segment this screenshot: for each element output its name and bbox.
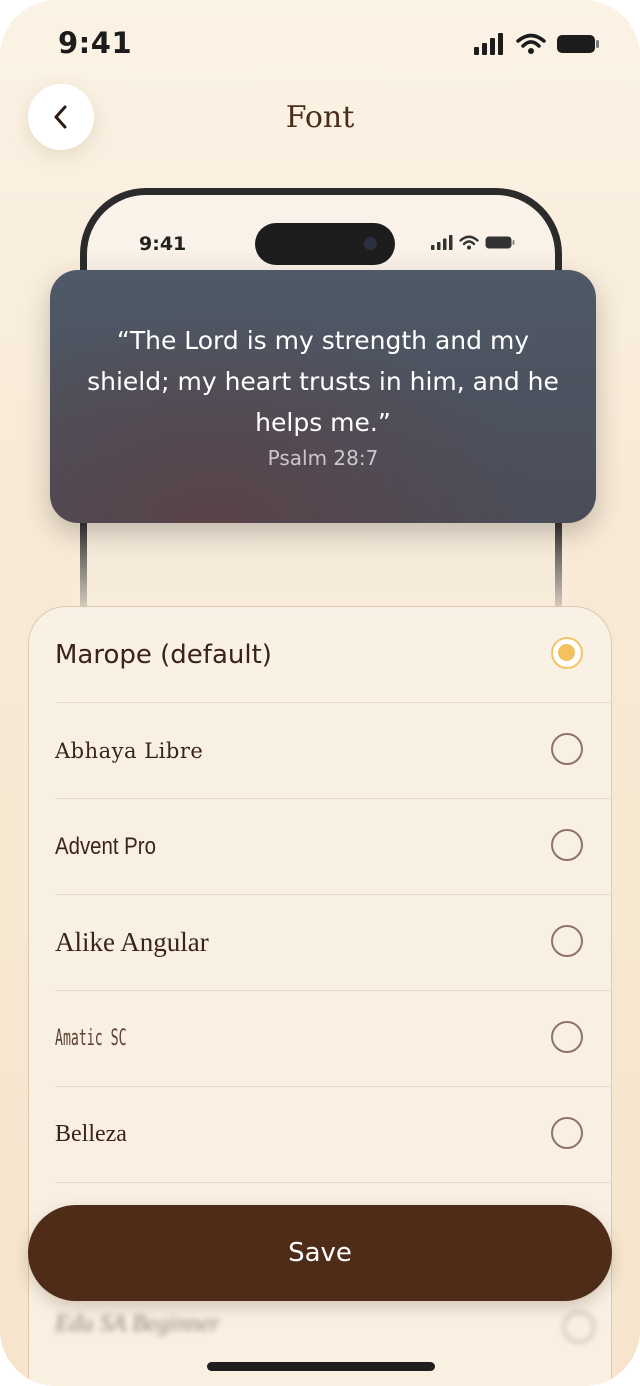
- signal-icon: [431, 235, 453, 250]
- radio-unselected: [563, 1311, 595, 1343]
- font-option-label: Abhaya Libre: [55, 738, 204, 763]
- font-option-abhaya-libre[interactable]: Abhaya Libre: [55, 703, 611, 799]
- verse-text: “The Lord is my strength and my shield; …: [87, 326, 559, 437]
- verse-preview-card: “The Lord is my strength and my shield; …: [50, 270, 596, 523]
- status-icons: [474, 32, 600, 56]
- signal-icon: [474, 33, 503, 55]
- font-option-label: Marope (default): [55, 639, 272, 670]
- battery-icon: [485, 236, 515, 249]
- save-button[interactable]: Save: [28, 1205, 612, 1301]
- font-option-obscured: Edu SA Beginner: [55, 1297, 595, 1357]
- font-option-alike-angular[interactable]: Alike Angular: [55, 895, 611, 991]
- preview-time: 9:41: [139, 233, 187, 255]
- status-time: 9:41: [58, 26, 133, 60]
- font-option-advent-pro[interactable]: Advent Pro: [55, 799, 611, 895]
- preview-fade: [70, 520, 570, 620]
- status-bar: 9:41: [0, 0, 640, 90]
- font-option-belleza[interactable]: Belleza: [55, 1087, 611, 1183]
- radio-unselected[interactable]: [551, 1021, 583, 1053]
- radio-selected[interactable]: [551, 637, 583, 669]
- radio-unselected[interactable]: [551, 733, 583, 765]
- font-option-label: Amatic SC: [55, 1026, 127, 1051]
- home-indicator: [207, 1362, 435, 1371]
- verse-reference: Psalm 28:7: [267, 446, 379, 470]
- wifi-icon: [459, 235, 479, 250]
- font-option-amatic-sc[interactable]: Amatic SC: [55, 991, 611, 1087]
- font-option-marope[interactable]: Marope (default): [55, 607, 611, 703]
- page-title: Font: [285, 100, 355, 135]
- radio-unselected[interactable]: [551, 1117, 583, 1149]
- font-option-label: Advent Pro: [55, 832, 156, 860]
- wifi-icon: [516, 33, 546, 54]
- font-option-label: Belleza: [55, 1121, 127, 1147]
- radio-unselected[interactable]: [551, 925, 583, 957]
- battery-icon: [557, 35, 599, 53]
- font-settings-screen: 9:41 Font 9:41 “The Lord is my strength …: [0, 0, 640, 1386]
- dynamic-island: [255, 223, 395, 265]
- font-option-label: Alike Angular: [55, 927, 209, 957]
- radio-unselected[interactable]: [551, 829, 583, 861]
- preview-status-icons: [431, 235, 515, 250]
- font-option-label: Edu SA Beginner: [55, 1311, 220, 1337]
